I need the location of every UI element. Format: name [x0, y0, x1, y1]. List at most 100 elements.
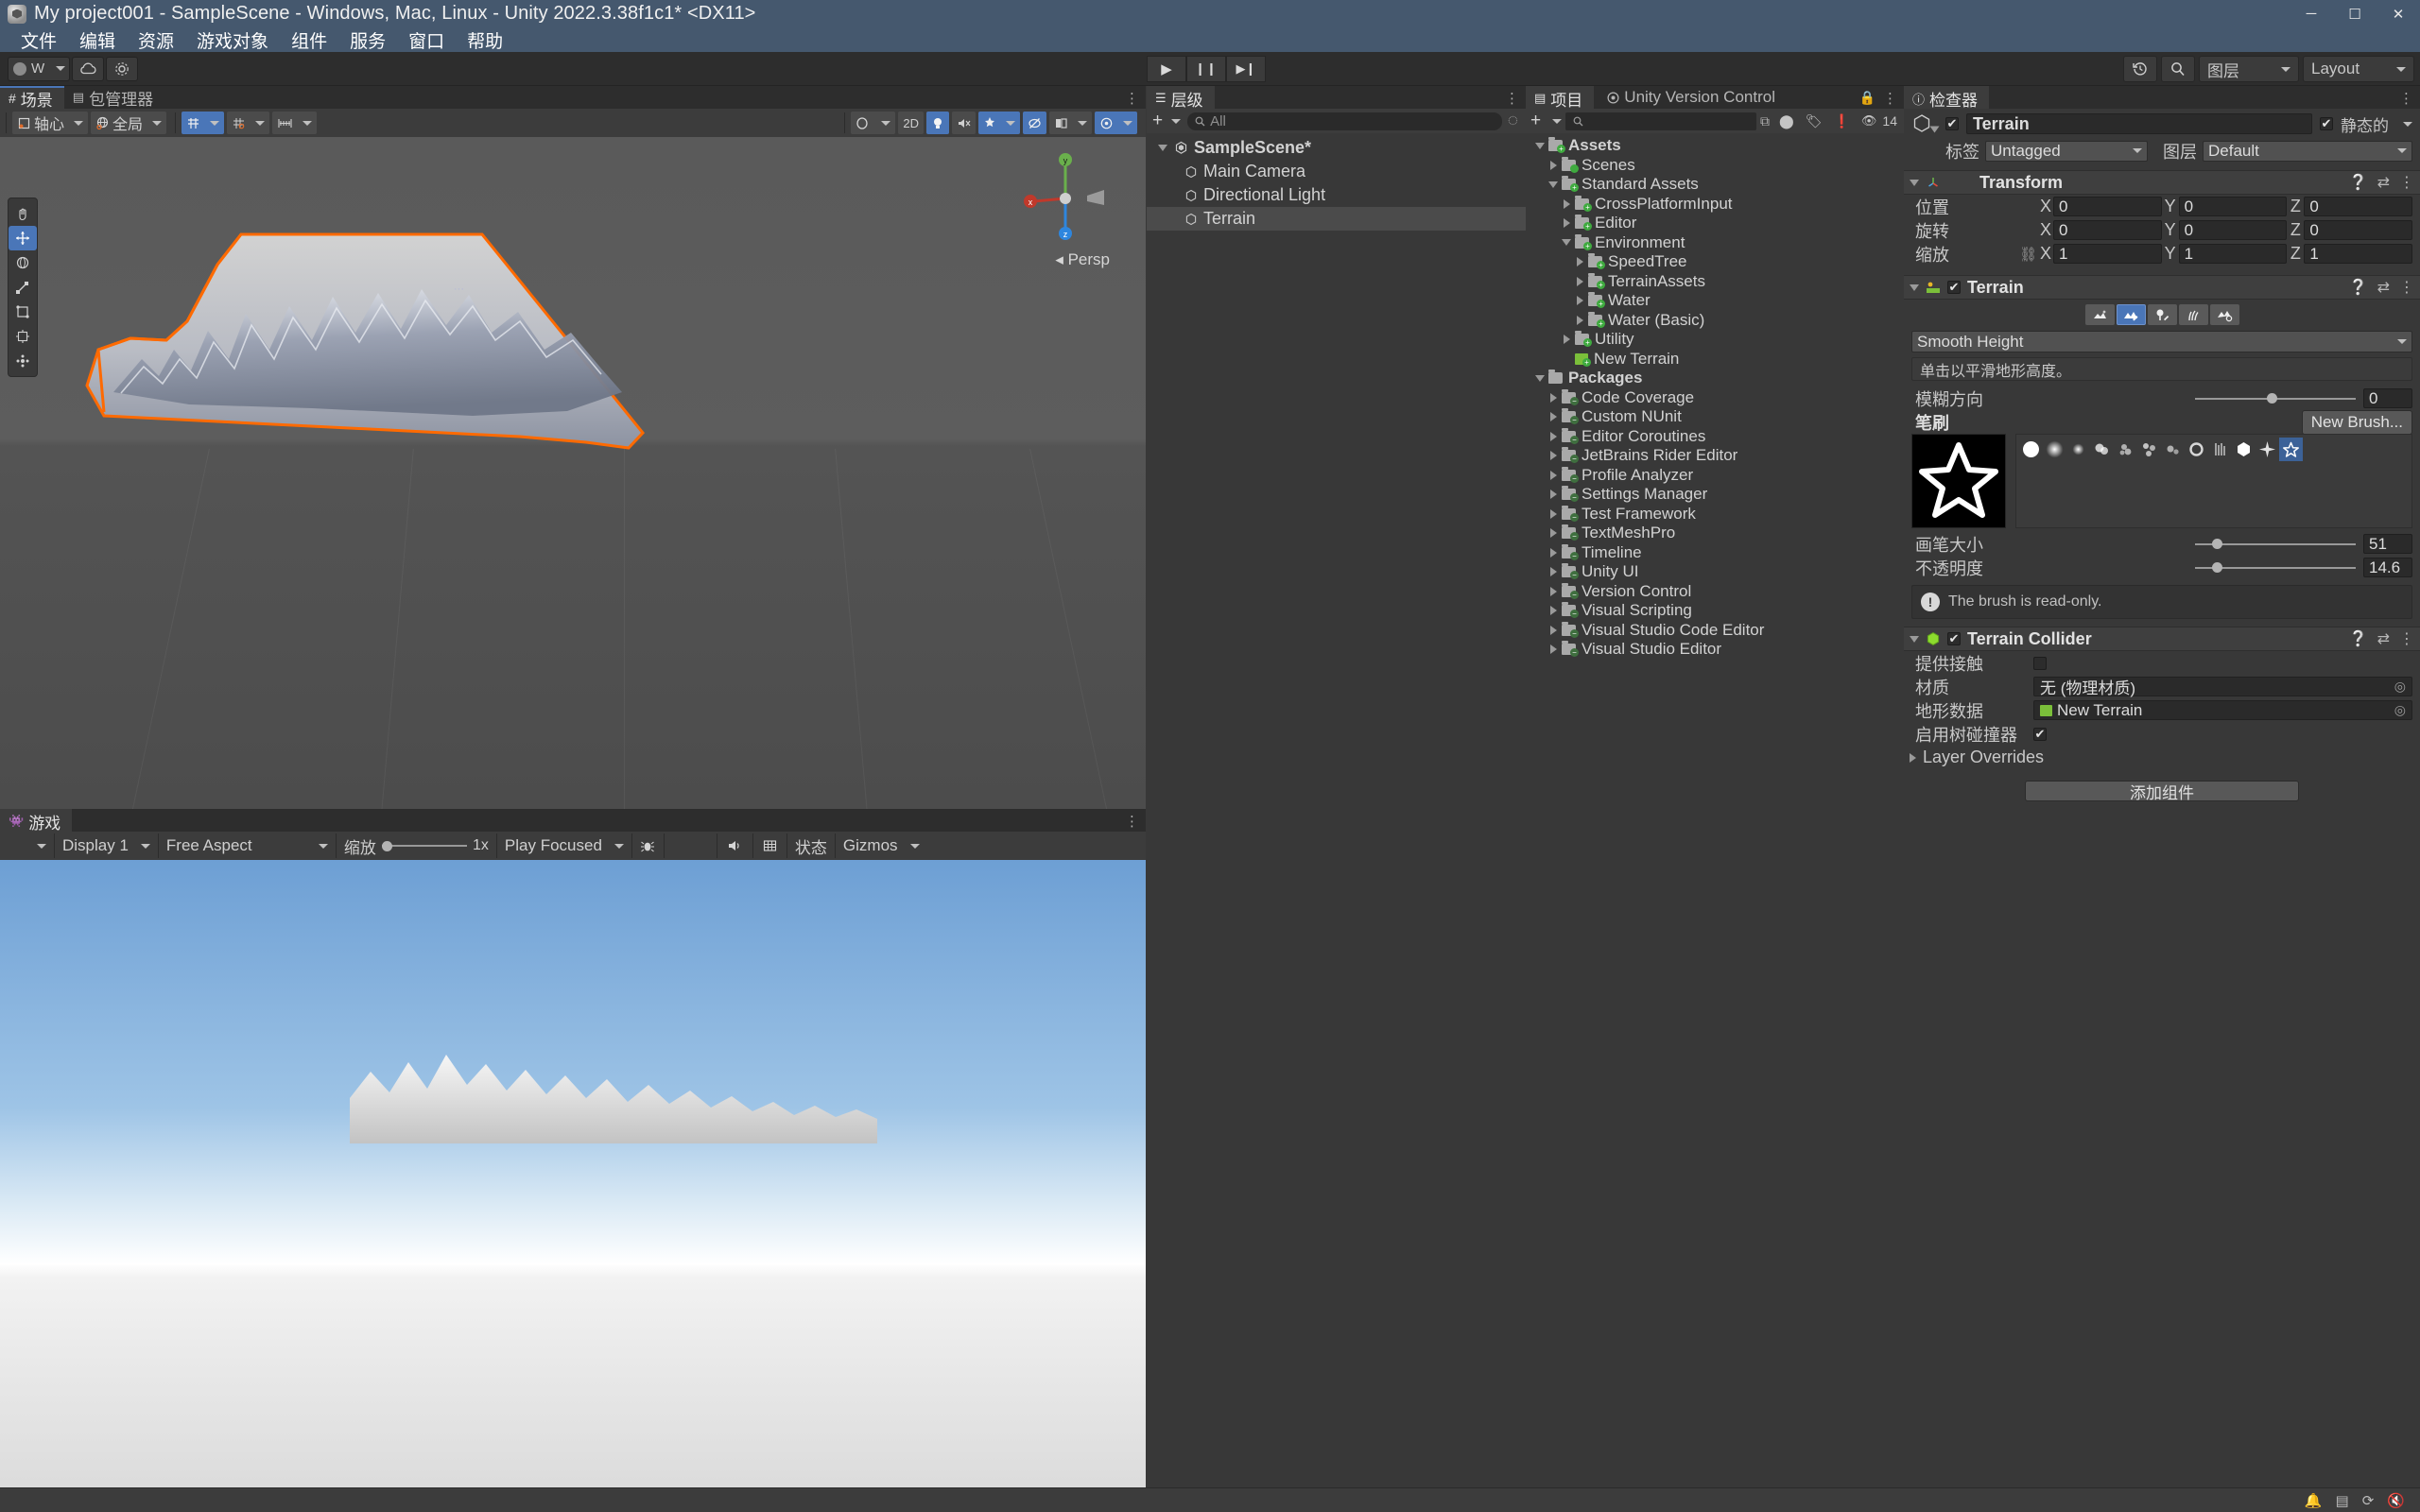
hand-tool-button[interactable] [9, 201, 37, 226]
preset-icon[interactable]: ⇄ [2377, 278, 2390, 297]
project-tree-item[interactable]: + Editor [1526, 214, 1904, 233]
tab-game[interactable]: 👾 游戏 [0, 809, 73, 833]
chevron-right-icon[interactable] [1547, 412, 1560, 422]
transform-tool-button[interactable] [9, 324, 37, 349]
project-tree-item[interactable]: − TextMeshPro [1526, 524, 1904, 543]
chevron-down-icon[interactable] [2403, 121, 2412, 127]
project-tree-item[interactable]: + Standard Assets [1526, 175, 1904, 195]
brush-opacity-value[interactable]: 14.6 [2363, 558, 2412, 577]
chevron-down-icon[interactable] [1547, 180, 1560, 188]
filter-errors-icon[interactable]: ❗ [1833, 113, 1849, 129]
brush-grid[interactable] [2019, 438, 2409, 461]
link-broken-icon[interactable]: ⛓ [2019, 246, 2038, 263]
project-tree-item[interactable]: Scenes [1526, 156, 1904, 176]
component-menu-icon[interactable]: ⋮ [2399, 629, 2414, 648]
chevron-right-icon[interactable] [1547, 625, 1560, 635]
snap-increment-toggle[interactable] [227, 112, 270, 134]
menu-item-window[interactable]: 窗口 [397, 27, 456, 53]
chevron-right-icon[interactable] [1547, 160, 1560, 170]
brush-size-value[interactable]: 51 [2363, 534, 2412, 554]
shading-mode-dropdown[interactable] [851, 112, 896, 134]
project-tree-item[interactable]: + Water (Basic) [1526, 311, 1904, 331]
project-tree-item[interactable]: + Environment [1526, 233, 1904, 253]
scale-tool-button[interactable] [9, 275, 37, 300]
toggle-lighting[interactable] [926, 112, 949, 134]
chevron-down-icon[interactable] [1560, 239, 1573, 247]
gizmos-dropdown[interactable] [1095, 112, 1137, 134]
project-tabs[interactable]: ▤ 项目 Unity Version Control 🔒 ⋮ [1526, 86, 1904, 110]
brush-circle-soft-icon[interactable] [2043, 438, 2066, 461]
brush-circle-hard-icon[interactable] [2019, 438, 2043, 461]
gizmos-toggle[interactable]: Gizmos [836, 833, 927, 858]
scale-z-field[interactable]: 1 [2304, 244, 2413, 264]
project-tree-item[interactable]: + Water [1526, 291, 1904, 311]
rotation-x-field[interactable]: 0 [2053, 220, 2162, 240]
chevron-right-icon[interactable] [1547, 392, 1560, 403]
chevron-right-icon[interactable] [1547, 606, 1560, 616]
menu-item-help[interactable]: 帮助 [456, 27, 514, 53]
create-asset-button[interactable]: + [1530, 111, 1542, 131]
chevron-right-icon[interactable] [1573, 257, 1586, 267]
cloud-button[interactable] [72, 56, 104, 81]
tab-project[interactable]: ▤ 项目 [1526, 86, 1595, 110]
search-button[interactable] [2161, 56, 2195, 82]
layers-dropdown[interactable]: 图层 [2199, 56, 2299, 82]
brush-circle-small-icon[interactable] [2066, 438, 2090, 461]
hierarchy-item-main-camera[interactable]: Main Camera [1147, 160, 1526, 183]
project-search-input[interactable] [1565, 112, 1757, 130]
hierarchy-tabs[interactable]: ☰ 层级 ⋮ [1147, 86, 1526, 110]
project-tree-item[interactable]: + SpeedTree [1526, 252, 1904, 272]
rect-tool-button[interactable] [9, 300, 37, 324]
position-z-field[interactable]: 0 [2304, 197, 2413, 216]
blur-direction-value[interactable]: 0 [2363, 388, 2412, 408]
layer-overrides-row[interactable]: Layer Overrides [1904, 746, 2420, 769]
chevron-right-icon[interactable] [1547, 508, 1560, 519]
scene-viewport[interactable]: ··· y x z ◂ Persp [0, 137, 1146, 809]
game-viewport[interactable] [0, 860, 1146, 1512]
chevron-down-icon[interactable] [1158, 145, 1167, 151]
static-checkbox[interactable]: ✔ [2320, 116, 2333, 130]
collider-enabled-checkbox[interactable]: ✔ [1947, 631, 1961, 645]
blur-direction-slider[interactable] [2194, 391, 2356, 406]
brush-star-outline-icon[interactable] [2279, 438, 2303, 461]
hierarchy-tree[interactable]: SampleScene* Main Camera Directional Lig… [1147, 133, 1526, 1512]
terrain-collider-header[interactable]: ✔ Terrain Collider ❔ ⇄ ⋮ [1904, 627, 2420, 651]
terrain-enabled-checkbox[interactable]: ✔ [1947, 280, 1961, 294]
project-tree-item[interactable]: − Settings Manager [1526, 485, 1904, 505]
transform-component-header[interactable]: Transform ❔ ⇄ ⋮ [1904, 170, 2420, 195]
scene-panel-menu[interactable]: ⋮ [1125, 90, 1140, 107]
toggle-fx[interactable] [978, 112, 1020, 134]
chevron-right-icon[interactable] [1547, 567, 1560, 577]
tab-scene[interactable]: # 场景 [0, 86, 64, 110]
project-tree-item[interactable]: + CrossPlatformInput [1526, 195, 1904, 215]
terrain-tool-tabs[interactable] [1904, 300, 2420, 331]
window-controls[interactable]: ─ ☐ ✕ [2290, 0, 2420, 27]
menu-item-component[interactable]: 组件 [280, 27, 338, 53]
project-tree[interactable]: + Assets Scenes + Standard Assets + CrossPlatf… [1526, 133, 1904, 1499]
project-tree-item[interactable]: − Visual Scripting [1526, 601, 1904, 621]
menu-item-gameobject[interactable]: 游戏对象 [185, 27, 280, 53]
project-tree-item[interactable]: − Profile Analyzer [1526, 466, 1904, 486]
component-menu-icon[interactable]: ⋮ [2399, 173, 2414, 192]
object-enabled-checkbox[interactable]: ✔ [1945, 116, 1959, 130]
project-tree-item[interactable]: + Utility [1526, 330, 1904, 350]
new-brush-button[interactable]: New Brush... [2301, 409, 2412, 435]
chevron-down-icon[interactable] [1533, 142, 1547, 149]
inspector-panel-menu[interactable]: ⋮ [2399, 90, 2414, 107]
chevron-right-icon[interactable] [1547, 586, 1560, 596]
brush-size-slider[interactable] [2194, 537, 2356, 552]
settings-button[interactable] [106, 56, 138, 81]
hierarchy-panel-menu[interactable]: ⋮ [1505, 90, 1520, 107]
project-tree-item[interactable]: − Editor Coroutines [1526, 427, 1904, 447]
hierarchy-item-directional-light[interactable]: Directional Light [1147, 183, 1526, 207]
chevron-right-icon[interactable] [1560, 198, 1573, 209]
add-gameobject-button[interactable]: + [1150, 111, 1165, 131]
filter-by-label-icon[interactable]: 🏷 [1806, 113, 1823, 129]
tab-inspector[interactable]: ⓘ 检查器 [1904, 86, 1990, 110]
scale-x-field[interactable]: 1 [2053, 244, 2162, 264]
chevron-right-icon[interactable] [1547, 644, 1560, 655]
paint-terrain-icon[interactable] [2116, 304, 2146, 325]
project-tree-item[interactable]: + TerrainAssets [1526, 272, 1904, 292]
terrain-component-header[interactable]: ✔ Terrain ❔ ⇄ ⋮ [1904, 275, 2420, 300]
lock-icon[interactable]: 🔒 [1859, 90, 1876, 106]
